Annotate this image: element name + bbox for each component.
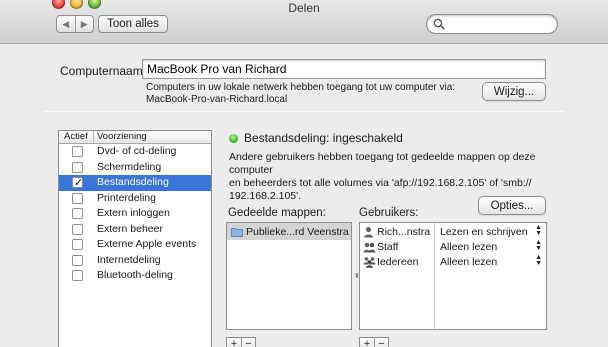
user-row[interactable]: Iedereen Alleen lezen ▲ ▼ — [360, 254, 546, 270]
column-header-service[interactable]: Voorziening — [94, 131, 211, 143]
services-list: Actief Voorziening Dvd- of cd-deling Sche… — [58, 130, 212, 347]
service-label: Dvd- of cd-deling — [97, 145, 177, 157]
users-list: Rich...nstra Lezen en schrijven ▲ ▼ Staff… — [359, 222, 547, 330]
folder-name: Publieke...rd Veenstra — [246, 225, 349, 238]
edit-name-button[interactable]: Wijzig... — [482, 82, 546, 101]
user-row[interactable]: Staff Alleen lezen ▲ ▼ — [360, 239, 546, 255]
service-checkbox[interactable] — [72, 254, 83, 266]
forward-button[interactable]: ▶ — [74, 16, 94, 32]
service-checkbox[interactable] — [72, 208, 83, 219]
checkmark-icon: ✓ — [74, 177, 84, 189]
window-title: Delen — [288, 1, 320, 15]
add-user-button[interactable]: + — [360, 338, 374, 347]
options-button[interactable]: Opties... — [478, 196, 546, 215]
back-button[interactable]: ◀ — [57, 16, 75, 32]
user-icon — [364, 226, 373, 238]
shared-folders-list: Publieke...rd Veenstra — [226, 222, 352, 330]
user-row[interactable]: Rich...nstra Lezen en schrijven ▲ ▼ — [360, 224, 546, 240]
computer-local-address: MacBook-Pro-van-Richard.local — [146, 94, 288, 105]
sharing-window: Delen ◀ ▶ Toon alles Computernaam: Compu… — [0, 0, 608, 347]
service-label: Bestandsdeling — [97, 176, 169, 188]
service-label: Bluetooth-deling — [97, 269, 173, 281]
status-indicator-icon — [229, 134, 238, 143]
service-row[interactable]: ✓ Bestandsdeling — [59, 175, 211, 191]
user-name: Rich...nstra — [377, 226, 431, 238]
service-row[interactable]: Bluetooth-deling — [59, 268, 211, 284]
service-checkbox[interactable]: ✓ — [72, 177, 84, 189]
status-desc-line: en beheerders tot alle volumes via 'afp:… — [229, 177, 532, 189]
users-label: Gebruikers: — [359, 207, 419, 219]
remove-folder-button[interactable]: − — [241, 338, 255, 347]
service-label: Printerdeling — [97, 191, 156, 204]
toolbar: Delen ◀ ▶ Toon alles — [0, 0, 608, 44]
service-label: Extern inloggen — [97, 207, 170, 219]
service-label: Internetdeling — [97, 253, 161, 266]
remove-user-button[interactable]: − — [374, 338, 388, 347]
show-all-button[interactable]: Toon alles — [98, 15, 168, 33]
service-checkbox[interactable] — [72, 161, 83, 173]
computer-name-desc: Computers in uw lokale netwerk hebben to… — [146, 82, 456, 93]
service-checkbox[interactable] — [72, 239, 83, 250]
permission-stepper-icon[interactable]: ▲ ▼ — [535, 224, 542, 237]
service-row[interactable]: Externe Apple events — [59, 237, 211, 253]
everyone-icon — [363, 257, 376, 268]
status-desc-line: Andere gebruikers hebben toegang tot ged… — [229, 151, 536, 176]
folder-icon — [231, 227, 243, 237]
service-row[interactable]: Schermdeling — [59, 160, 211, 176]
service-label: Extern beheer — [97, 222, 163, 235]
computer-name-label: Computernaam: — [60, 64, 147, 78]
permission-stepper-icon[interactable]: ▲ ▼ — [535, 254, 542, 267]
service-label: Externe Apple events — [97, 238, 197, 250]
computer-name-input[interactable] — [142, 59, 546, 79]
service-row[interactable]: Extern beheer — [59, 222, 211, 238]
add-folder-button[interactable]: + — [227, 338, 241, 347]
user-name: Iedereen — [377, 256, 419, 268]
service-row[interactable]: Dvd- of cd-deling — [59, 144, 211, 160]
chevron-right-icon: ▶ — [80, 18, 88, 29]
service-checkbox[interactable] — [72, 192, 83, 204]
user-permission[interactable]: Lezen en schrijven — [440, 226, 528, 238]
service-label: Schermdeling — [97, 160, 162, 173]
service-row[interactable]: Extern inloggen — [59, 206, 211, 222]
status-text: Bestandsdeling: ingeschakeld — [244, 131, 403, 145]
users-add-remove: + − — [359, 337, 389, 347]
service-row[interactable]: Internetdeling — [59, 253, 211, 269]
group-icon — [363, 242, 376, 253]
search-icon — [433, 18, 445, 30]
permission-stepper-icon[interactable]: ▲ ▼ — [535, 239, 542, 252]
service-checkbox[interactable] — [72, 146, 83, 157]
service-row[interactable]: Printerdeling — [59, 191, 211, 207]
chevron-left-icon: ◀ — [62, 18, 70, 29]
folders-add-remove: + − — [226, 337, 256, 347]
user-name: Staff — [377, 241, 399, 253]
shared-folders-label: Gedeelde mappen: — [228, 207, 326, 219]
services-list-header: Actief Voorziening — [59, 131, 211, 144]
service-checkbox[interactable] — [72, 223, 83, 235]
user-permission[interactable]: Alleen lezen — [440, 241, 497, 253]
user-permission[interactable]: Alleen lezen — [440, 256, 497, 268]
folder-row[interactable]: Publieke...rd Veenstra — [227, 223, 351, 240]
service-checkbox[interactable] — [72, 270, 83, 281]
search-field[interactable] — [426, 14, 558, 34]
column-header-active[interactable]: Actief — [59, 131, 94, 143]
nav-buttons: ◀ ▶ — [56, 15, 94, 33]
separator — [44, 111, 564, 112]
